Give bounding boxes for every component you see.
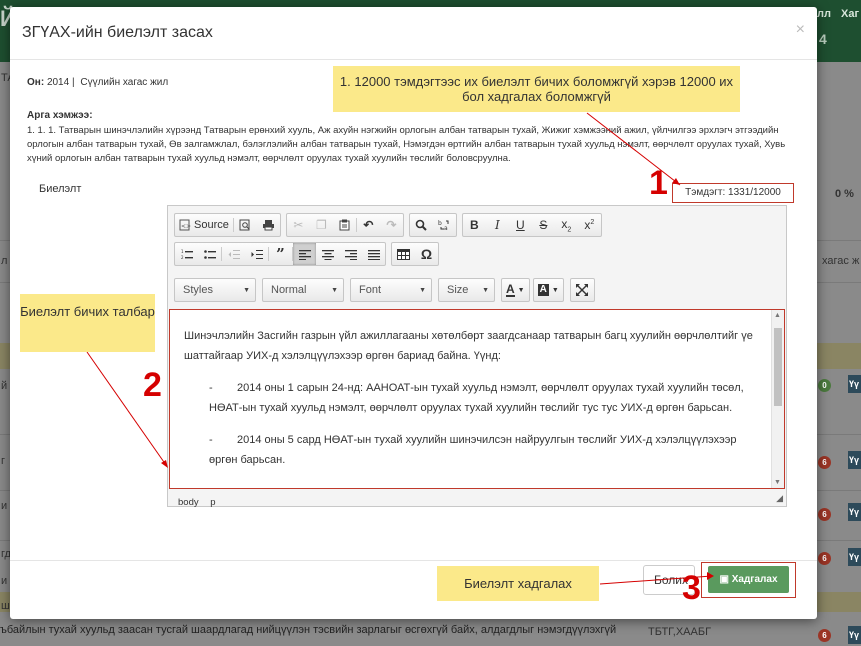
arrowhead-3 <box>707 572 714 580</box>
arrowhead-2 <box>161 460 168 468</box>
arrowhead-1 <box>672 178 680 185</box>
marker-3: 3 <box>682 569 701 607</box>
callout-input-field: Биелэлт бичих талбар <box>20 294 155 352</box>
callout-save: Биелэлт хадгалах <box>437 566 599 601</box>
marker-2: 2 <box>143 366 162 404</box>
callout-char-limit: 1. 12000 тэмдэгтээс их биелэлт бичих бол… <box>333 66 740 112</box>
marker-1: 1 <box>649 164 668 202</box>
